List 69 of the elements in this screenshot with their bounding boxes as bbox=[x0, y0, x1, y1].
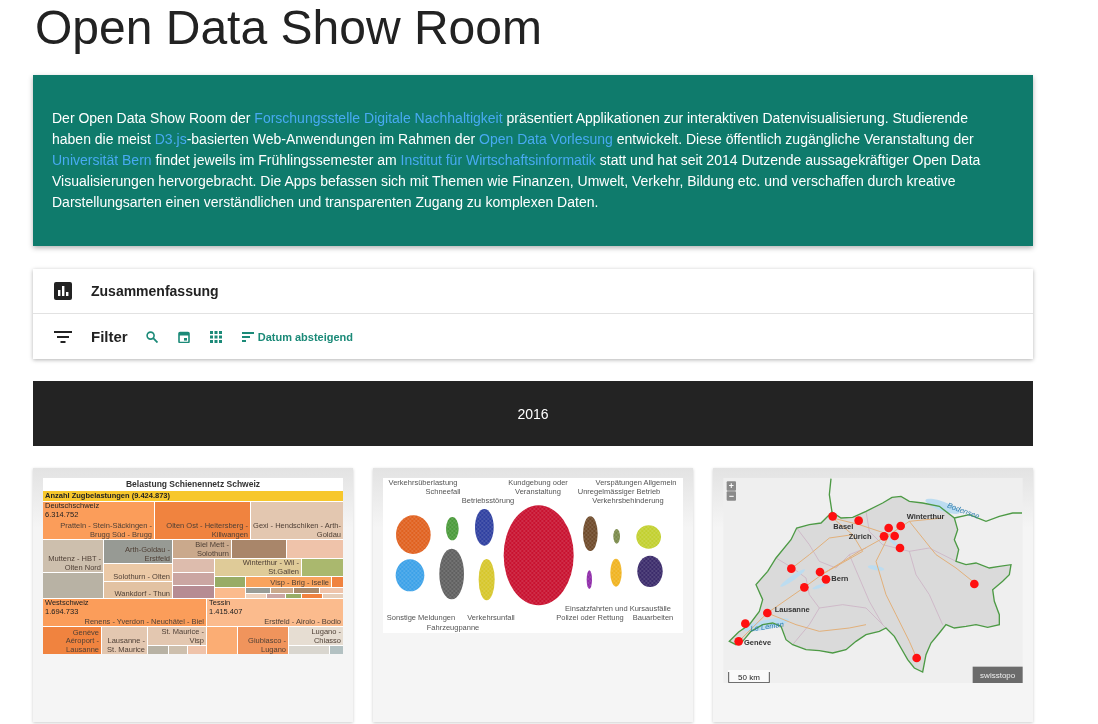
cluster-blob bbox=[613, 529, 620, 544]
filter-icon[interactable] bbox=[54, 330, 72, 343]
intro-link[interactable]: Universität Bern bbox=[52, 152, 152, 168]
map-marker[interactable] bbox=[815, 567, 825, 577]
filter-label: Filter bbox=[91, 328, 128, 345]
city-label: Zürich bbox=[848, 532, 872, 542]
intro-link[interactable]: D3.js bbox=[154, 131, 187, 147]
map-drawing[interactable] bbox=[723, 478, 1023, 683]
city-label: Winterthur bbox=[906, 512, 945, 522]
intro-link[interactable]: Open Data Vorlesung bbox=[479, 131, 613, 147]
zoom-in-button[interactable]: + bbox=[726, 480, 736, 491]
bar-chart-icon bbox=[54, 282, 72, 300]
cluster-blob bbox=[478, 559, 495, 601]
calendar-icon[interactable] bbox=[177, 330, 190, 343]
app-card[interactable] bbox=[33, 468, 353, 722]
map-marker[interactable] bbox=[821, 575, 831, 584]
chart-title: Belastung Schienennetz Schweiz bbox=[124, 479, 262, 490]
cluster-blob bbox=[439, 548, 464, 600]
map-marker[interactable] bbox=[896, 521, 905, 531]
city-label: Lausanne bbox=[774, 605, 810, 614]
map-marker[interactable] bbox=[787, 564, 796, 573]
cluster-blob bbox=[395, 559, 425, 592]
map-marker[interactable] bbox=[734, 637, 743, 646]
grid-icon[interactable] bbox=[209, 330, 222, 343]
city-label: Genève bbox=[744, 638, 772, 648]
intro-link[interactable]: Forschungsstelle Digitale Nachhaltigkeit bbox=[254, 110, 503, 126]
treemap-tile bbox=[173, 573, 214, 585]
map-marker[interactable] bbox=[741, 619, 750, 628]
map-marker[interactable] bbox=[970, 579, 979, 589]
map-marker[interactable] bbox=[884, 523, 893, 533]
intro-link[interactable]: Institut für Wirtschaftsinformatik bbox=[400, 152, 596, 168]
map-marker[interactable] bbox=[828, 512, 837, 521]
map-marker[interactable] bbox=[854, 516, 863, 525]
city-label: Bern bbox=[831, 573, 849, 583]
map-marker[interactable] bbox=[895, 543, 905, 553]
treemap-tile bbox=[207, 627, 237, 654]
cluster-blob bbox=[396, 515, 431, 554]
search-icon[interactable] bbox=[145, 330, 158, 343]
scale-bar: 50 km bbox=[728, 670, 770, 683]
treemap-tile bbox=[43, 573, 103, 598]
city-label: Basel bbox=[833, 522, 854, 532]
sort-button[interactable]: Datum absteigend bbox=[241, 330, 354, 343]
intro-text: Der Open Data Show Room der Forschungsstelle Digitale Nachhaltigkeit präsentiert Applikationen zur interaktiven Datenvisualisierung. Studierende haben die meist D3.js-basierten Web-Anwendungen im Rahmen der Open Data Vorlesung entwickelt. Diese öffentlich zugängliche Veranstaltung der Universität Bern findet jeweils im Frühlingssemester am Institut für Wirtschaftsinformatik statt und hat seit 2014 Dutzende aussagekräftiger Open Data Visualisierungen hervorgebracht. Die Apps befassen sich mit Themen wie Finanzen, Umwelt, Verkehr, Bildung etc. und verschaffen durch kreative Darstellungsarten einen verständlichen und transparenten Zugang zu komplexen Daten. bbox=[52, 109, 982, 212]
cluster-blob bbox=[446, 517, 459, 541]
treemap-tile bbox=[287, 540, 343, 558]
treemap-tile bbox=[302, 559, 343, 576]
cluster-blob bbox=[586, 570, 592, 589]
cluster-blob bbox=[637, 555, 663, 587]
page-title: Open Data Show Room bbox=[35, 0, 543, 56]
cluster-blob bbox=[475, 509, 494, 546]
cluster-blob bbox=[583, 516, 598, 551]
treemap-tile bbox=[173, 586, 214, 598]
treemap-tile bbox=[232, 540, 286, 558]
map-marker[interactable] bbox=[800, 583, 809, 592]
year-header: 2016 bbox=[33, 381, 1033, 446]
sort-icon bbox=[241, 331, 254, 342]
cluster-blob bbox=[610, 558, 622, 587]
map-marker[interactable] bbox=[912, 653, 921, 663]
treemap-tile bbox=[332, 577, 343, 587]
treemap-tile bbox=[215, 588, 245, 598]
map-marker[interactable] bbox=[890, 531, 899, 541]
map-marker[interactable] bbox=[763, 608, 772, 618]
cluster-blob bbox=[636, 525, 661, 549]
map-marker[interactable] bbox=[879, 532, 889, 541]
zoom-out-button[interactable]: − bbox=[726, 490, 736, 501]
treemap-tile bbox=[215, 577, 245, 587]
summary-title[interactable]: Zusammenfassung bbox=[91, 283, 219, 299]
treemap-tile bbox=[173, 559, 214, 572]
app-card[interactable] bbox=[373, 468, 693, 722]
